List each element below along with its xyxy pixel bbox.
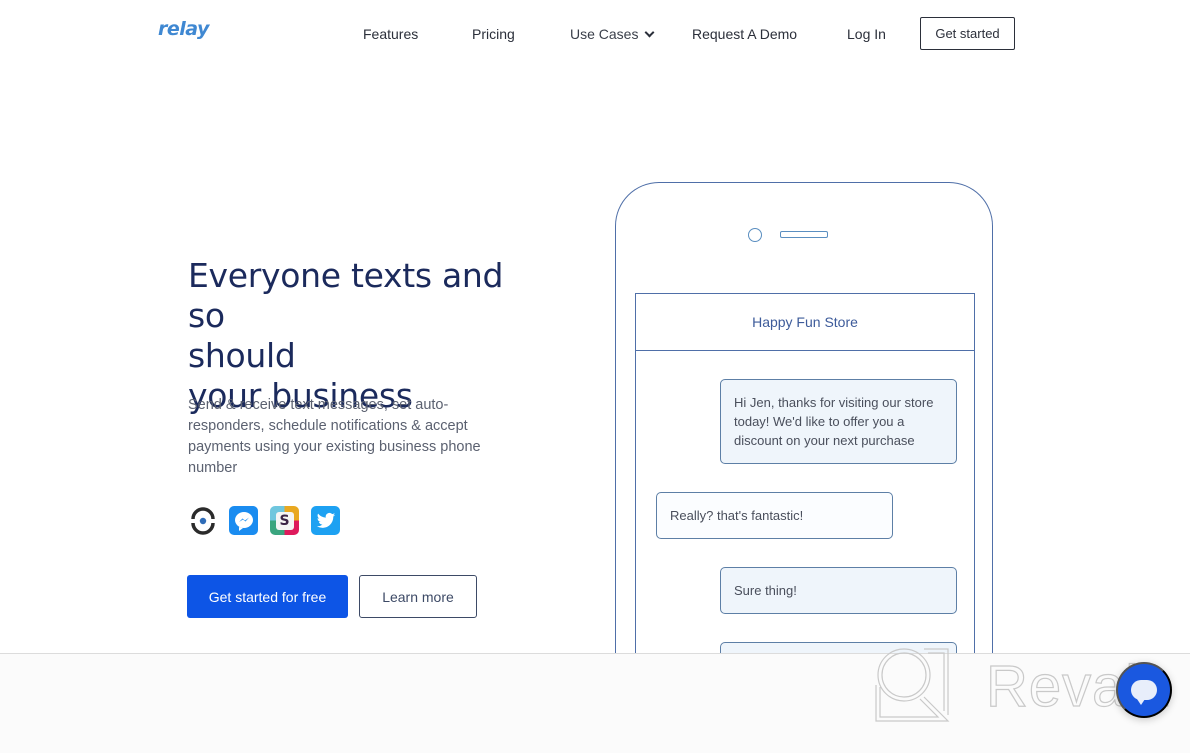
nav-features[interactable]: Features [363, 26, 418, 42]
slack-icon: S [270, 506, 299, 535]
nav-log-in[interactable]: Log In [847, 26, 886, 42]
hero-title-line: Everyone texts and so [188, 256, 504, 335]
phone-camera-icon [748, 228, 762, 242]
message-text: Really? that's fantastic! [670, 508, 804, 523]
slack-s-glyph: S [275, 511, 294, 530]
revain-logo-icon [875, 648, 950, 722]
get-started-button[interactable]: Get started [920, 17, 1015, 50]
message-bubble-outgoing: Hi Jen, thanks for visiting our store to… [720, 379, 957, 464]
hero-title: Everyone texts and so should your busine… [188, 256, 548, 416]
chat-bubble-icon [1131, 680, 1157, 705]
conversation-header: Happy Fun Store [636, 294, 974, 351]
hero-description: Send & receive text messages, set auto-r… [188, 397, 481, 476]
learn-more-button[interactable]: Learn more [359, 575, 477, 618]
messenger-icon [229, 506, 258, 535]
nav-pricing[interactable]: Pricing [472, 26, 515, 42]
message-text: Hi Jen, thanks for visiting our store to… [734, 395, 934, 448]
twitter-icon [311, 506, 340, 535]
sync-icon [188, 506, 217, 535]
phone-speaker-icon [780, 231, 828, 238]
chat-widget-button[interactable] [1116, 662, 1172, 718]
get-started-free-button[interactable]: Get started for free [187, 575, 348, 618]
nav-request-demo[interactable]: Request A Demo [692, 26, 797, 42]
chevron-down-icon [645, 27, 655, 38]
integrations-list: S [188, 506, 340, 535]
message-text: Sure thing! [734, 583, 797, 598]
message-bubble-outgoing: Sure thing! [720, 567, 957, 614]
nav-use-cases[interactable]: Use Cases [570, 26, 655, 42]
relay-logo[interactable]: relay [158, 18, 209, 40]
nav-use-cases-label: Use Cases [570, 26, 639, 42]
top-nav: relay Features Pricing Use Cases Request… [0, 0, 1190, 66]
hero-title-line: should [188, 336, 296, 375]
phone-mockup: Happy Fun Store Hi Jen, thanks for visit… [615, 182, 993, 713]
message-bubble-incoming: Really? that's fantastic! [656, 492, 893, 539]
